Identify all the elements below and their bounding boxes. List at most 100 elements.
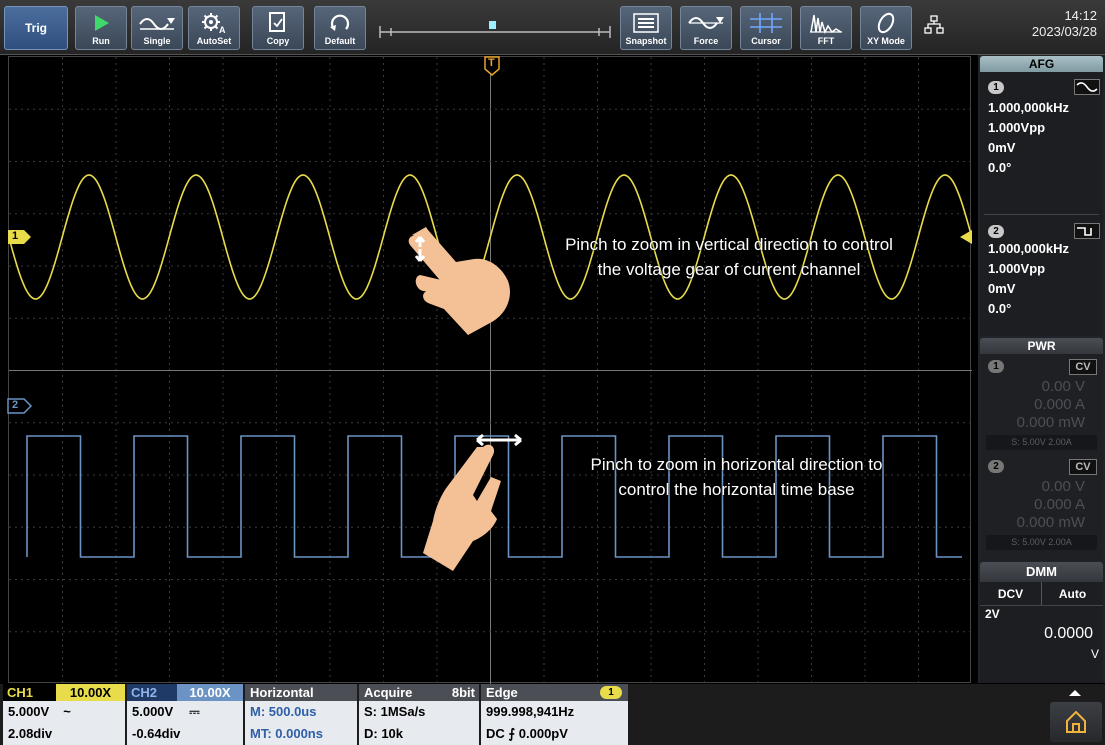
fft-button[interactable]: FFT xyxy=(800,6,852,50)
clock-time: 14:12 xyxy=(1064,8,1097,23)
horizontal-hint-line1: Pinch to zoom in horizontal direction to xyxy=(590,455,883,474)
afg-ch1-frequency: 1.000,000kHz xyxy=(988,100,1069,115)
ch1-label: CH1 xyxy=(3,684,56,701)
cursor-icon xyxy=(741,10,791,36)
dmm-unit: V xyxy=(1090,647,1099,661)
pwr-ch2-setting: S: 5.00V 2.00A xyxy=(986,535,1097,550)
afg-ch1-number: 1 xyxy=(988,81,1004,94)
clock-date: 2023/03/28 xyxy=(1031,24,1097,39)
pwr-ch1-power: 0.000 mW xyxy=(1016,414,1085,431)
horizontal-hint-line2: control the horizontal time base xyxy=(618,480,855,499)
copy-icon xyxy=(253,10,303,36)
trigger-info[interactable]: Edge 1 999.998,941Hz DC ⨍ 0.000pV xyxy=(481,684,628,745)
acquire-info[interactable]: Acquire 8bit S: 1MSa/s D: 10k xyxy=(359,684,479,745)
svg-text:A: A xyxy=(219,25,226,35)
network-icon xyxy=(924,14,944,41)
horizontal-zoom-hint: Pinch to zoom in horizontal direction to… xyxy=(509,452,964,502)
single-trigger-icon xyxy=(132,10,182,36)
xy-mode-icon xyxy=(861,10,911,36)
run-label: Run xyxy=(92,36,110,46)
horizontal-info[interactable]: Horizontal M: 500.0us MT: 0.000ns xyxy=(245,684,357,745)
ch1-scale: 5.000V xyxy=(8,704,50,719)
trigger-level: DC ⨍ 0.000pV xyxy=(486,726,568,741)
dmm-range-mode-button[interactable]: Auto xyxy=(1042,582,1103,605)
waveform-display[interactable]: T 1 2 Pinch to zoom in vertical directio… xyxy=(7,56,972,684)
fft-label: FFT xyxy=(817,36,835,46)
play-icon xyxy=(76,10,126,36)
ch1-offset: 2.08div xyxy=(8,726,53,741)
trigger-source: 1 xyxy=(600,686,622,699)
afg-ch2-offset: 0mV xyxy=(988,281,1016,296)
pwr-ch2-number: 2 xyxy=(988,460,1004,473)
copy-button[interactable]: Copy xyxy=(252,6,304,50)
vertical-hint-line1: Pinch to zoom in vertical direction to c… xyxy=(565,235,893,254)
snapshot-list-icon xyxy=(621,10,671,36)
afg-section[interactable]: AFG 1 1.000,000kHz 1.000Vpp 0mV 0.0° 2 1… xyxy=(980,56,1103,336)
ch1-info[interactable]: CH1 10.00X 5.000V ~ 2.08div xyxy=(3,684,125,745)
dmm-range: 2V xyxy=(985,607,1000,621)
force-label: Force xyxy=(693,36,719,46)
pwr-section[interactable]: PWR 1 CV 0.00 V 0.000 A 0.000 mW S: 5.00… xyxy=(980,338,1103,561)
cursor-button[interactable]: Cursor xyxy=(740,6,792,50)
pwr-ch2-power: 0.000 mW xyxy=(1016,514,1085,531)
horizontal-position-slider[interactable] xyxy=(375,14,615,44)
ch2-offset: -0.64div xyxy=(132,726,181,741)
home-icon xyxy=(1065,710,1087,739)
vertical-zoom-hint: Pinch to zoom in vertical direction to c… xyxy=(469,232,989,282)
default-label: Default xyxy=(324,36,356,46)
afg-ch1-offset: 0mV xyxy=(988,140,1016,155)
right-panel: AFG 1 1.000,000kHz 1.000Vpp 0mV 0.0° 2 1… xyxy=(978,55,1105,683)
autoset-label: AutoSet xyxy=(196,36,232,46)
ch2-probe: 10.00X xyxy=(177,684,243,701)
home-button[interactable] xyxy=(1050,702,1102,742)
xy-mode-label: XY Mode xyxy=(867,36,905,46)
xy-mode-button[interactable]: XY Mode xyxy=(860,6,912,50)
vertical-hint-line2: the voltage gear of current channel xyxy=(597,260,861,279)
ch1-coupling: ~ xyxy=(63,704,71,719)
pwr-title: PWR xyxy=(980,338,1103,354)
force-trigger-icon xyxy=(681,10,731,36)
square-wave-icon[interactable] xyxy=(1074,223,1100,239)
dmm-value: 0.0000 xyxy=(1044,625,1093,642)
trigger-type: Edge xyxy=(486,685,518,700)
ch1-probe: 10.00X xyxy=(56,684,125,701)
oscilloscope-screen: Trig Run Single A AutoSet Copy Default S… xyxy=(0,0,1105,745)
run-button[interactable]: Run xyxy=(75,6,127,50)
force-button[interactable]: Force xyxy=(680,6,732,50)
single-label: Single xyxy=(143,36,171,46)
autoset-button[interactable]: A AutoSet xyxy=(188,6,240,50)
pwr-ch1-setting: S: 5.00V 2.00A xyxy=(986,435,1097,450)
horizontal-main: M: 500.0us xyxy=(250,704,317,719)
snapshot-button[interactable]: Snapshot xyxy=(620,6,672,50)
ch2-label: CH2 xyxy=(127,684,177,701)
afg-ch2-number: 2 xyxy=(988,225,1004,238)
sine-wave-icon[interactable] xyxy=(1074,79,1100,95)
pwr-ch2-current: 0.000 A xyxy=(1034,496,1085,513)
afg-ch1-phase: 0.0° xyxy=(988,160,1012,175)
dmm-title: DMM xyxy=(980,562,1103,582)
pwr-ch1-mode[interactable]: CV xyxy=(1069,359,1097,375)
dmm-mode-button[interactable]: DCV xyxy=(980,582,1042,605)
pwr-ch1-current: 0.000 A xyxy=(1034,396,1085,413)
default-reset-icon xyxy=(315,10,365,36)
ch2-scale: 5.000V xyxy=(132,704,174,719)
trigger-marker-label: T xyxy=(488,57,495,69)
default-button[interactable]: Default xyxy=(314,6,366,50)
ch2-info[interactable]: CH2 10.00X 5.000V ⎓ -0.64div xyxy=(127,684,243,745)
afg-ch2-amplitude: 1.000Vpp xyxy=(988,261,1046,276)
dmm-section[interactable]: DMM DCV Auto 2V 0.0000 V xyxy=(980,562,1103,683)
ch2-marker-label: 2 xyxy=(12,399,19,411)
ch2-coupling: ⎓ xyxy=(189,704,200,719)
fft-spectrum-icon xyxy=(801,10,851,36)
horizontal-label: Horizontal xyxy=(245,684,357,701)
pwr-ch1-voltage: 0.00 V xyxy=(1041,378,1085,395)
trig-label: Trig xyxy=(24,21,47,35)
afg-title: AFG xyxy=(980,56,1103,72)
pwr-ch1-number: 1 xyxy=(988,360,1004,373)
snapshot-label: Snapshot xyxy=(625,36,667,46)
single-button[interactable]: Single xyxy=(131,6,183,50)
afg-ch1-amplitude: 1.000Vpp xyxy=(988,120,1046,135)
pwr-ch2-voltage: 0.00 V xyxy=(1041,478,1085,495)
pwr-ch2-mode[interactable]: CV xyxy=(1069,459,1097,475)
trig-button[interactable]: Trig xyxy=(4,6,68,50)
